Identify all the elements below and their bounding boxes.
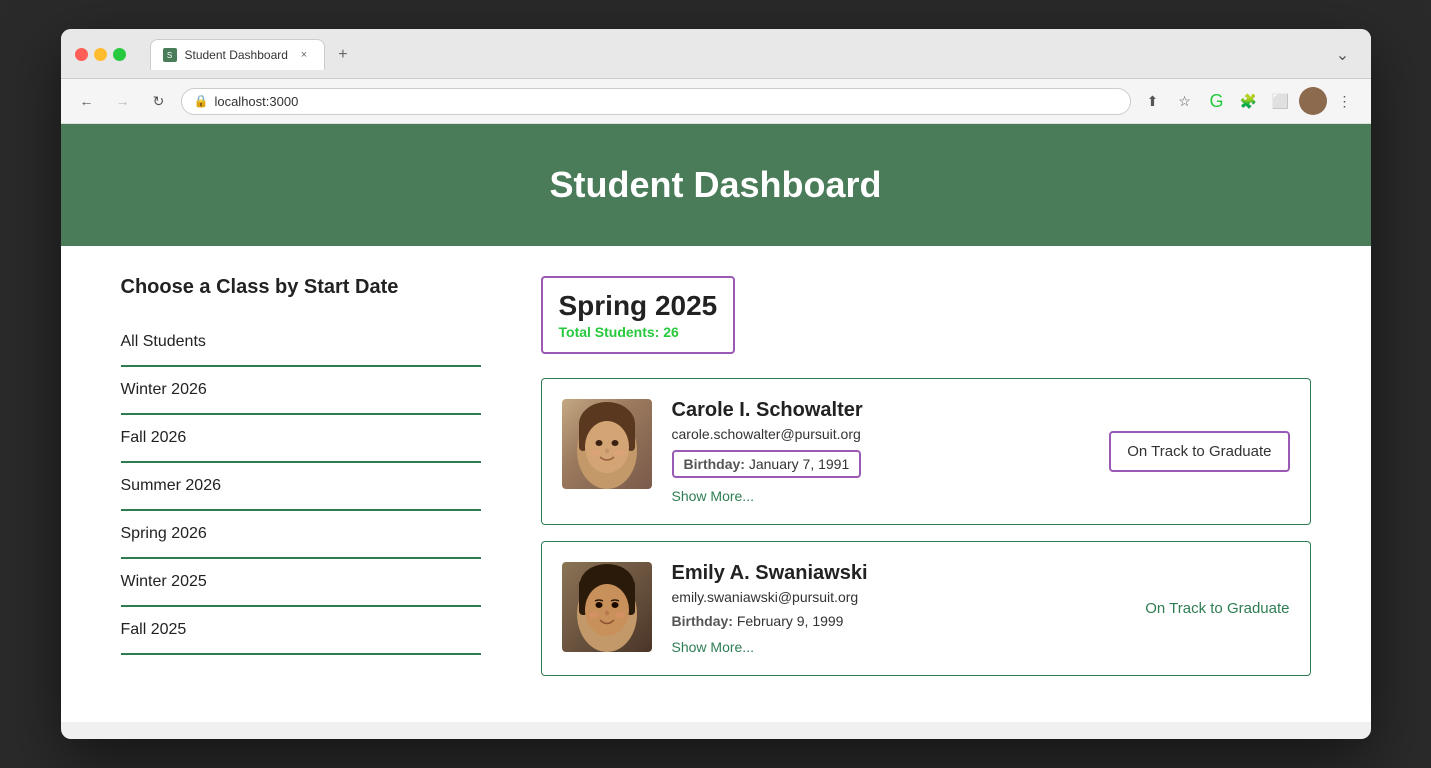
sidebar-link-winter-2025[interactable]: Winter 2025 <box>121 573 481 591</box>
page-content: Student Dashboard Choose a Class by Star… <box>61 124 1371 722</box>
forward-button[interactable]: → <box>109 87 137 115</box>
reload-button[interactable]: ↻ <box>145 87 173 115</box>
chevron-down-icon[interactable]: ⌄ <box>1329 41 1357 69</box>
maximize-button[interactable] <box>113 48 126 61</box>
close-button[interactable] <box>75 48 88 61</box>
sidebar-link-summer-2026[interactable]: Summer 2026 <box>121 477 481 495</box>
url-display: localhost:3000 <box>214 94 1117 109</box>
browser-toolbar: ← → ↻ 🔒 localhost:3000 ⬆ ☆ G 🧩 ⬜ ⋮ <box>61 79 1371 124</box>
student-info-2: Emily A. Swaniawski emily.swaniawski@pur… <box>672 562 1126 655</box>
student-avatar-1 <box>562 399 652 489</box>
class-header: Spring 2025 Total Students: 26 <box>541 276 736 354</box>
sidebar-item-fall-2026[interactable]: Fall 2026 <box>121 415 481 463</box>
google-account-icon[interactable]: G <box>1203 87 1231 115</box>
sidebar-nav: All Students Winter 2026 Fall 2026 Summe… <box>121 319 481 655</box>
lock-icon: 🔒 <box>194 94 209 108</box>
student-card-2: Emily A. Swaniawski emily.swaniawski@pur… <box>541 541 1311 676</box>
active-tab[interactable]: S Student Dashboard × <box>150 39 325 70</box>
browser-window: S Student Dashboard × + ⌄ ← → ↻ 🔒 localh… <box>61 29 1371 739</box>
total-students-label: Total Students: <box>559 324 660 340</box>
main-layout: Choose a Class by Start Date All Student… <box>61 246 1371 722</box>
back-button[interactable]: ← <box>73 87 101 115</box>
sidebar-link-fall-2026[interactable]: Fall 2026 <box>121 429 481 447</box>
birthday-value-2: February 9, 1999 <box>737 613 844 629</box>
sidebar-link-winter-2026[interactable]: Winter 2026 <box>121 381 481 399</box>
reload-icon: ↻ <box>153 93 165 110</box>
forward-icon: → <box>116 93 130 109</box>
sidebar-link-fall-2025[interactable]: Fall 2025 <box>121 621 481 639</box>
sidebar-heading: Choose a Class by Start Date <box>121 276 481 299</box>
browser-titlebar: S Student Dashboard × + ⌄ <box>61 29 1371 79</box>
student-info-1: Carole I. Schowalter carole.schowalter@p… <box>672 399 1090 504</box>
sidebar-item-winter-2026[interactable]: Winter 2026 <box>121 367 481 415</box>
total-students-count: 26 <box>663 324 679 340</box>
student-avatar-2 <box>562 562 652 652</box>
status-text-2: On Track to Graduate <box>1145 600 1289 617</box>
sidebar-link-all-students[interactable]: All Students <box>121 333 481 351</box>
show-more-link-1[interactable]: Show More... <box>672 488 1090 504</box>
sidebar-item-all-students[interactable]: All Students <box>121 319 481 367</box>
status-badge-1: On Track to Graduate <box>1109 431 1289 472</box>
extensions-icon[interactable]: 🧩 <box>1235 87 1263 115</box>
new-tab-button[interactable]: + <box>331 43 355 67</box>
student-email-1: carole.schowalter@pursuit.org <box>672 426 1090 442</box>
birthday-label-1: Birthday: <box>684 456 745 472</box>
bookmark-icon[interactable]: ☆ <box>1171 87 1199 115</box>
sidebar-item-summer-2026[interactable]: Summer 2026 <box>121 463 481 511</box>
browser-controls: S Student Dashboard × + ⌄ <box>75 39 1357 70</box>
sidebar-item-fall-2025[interactable]: Fall 2025 <box>121 607 481 655</box>
traffic-lights <box>75 48 126 61</box>
class-subtitle: Total Students: 26 <box>559 324 718 340</box>
tab-favicon: S <box>163 48 177 62</box>
window-icon[interactable]: ⬜ <box>1267 87 1295 115</box>
avatar-image-2 <box>562 562 652 652</box>
student-card-1: Carole I. Schowalter carole.schowalter@p… <box>541 378 1311 525</box>
student-birthday-1: Birthday: January 7, 1991 <box>672 450 862 478</box>
student-birthday-2: Birthday: February 9, 1999 <box>672 613 1126 629</box>
avatar-image-1 <box>562 399 652 489</box>
sidebar-item-spring-2026[interactable]: Spring 2026 <box>121 511 481 559</box>
student-email-2: emily.swaniawski@pursuit.org <box>672 589 1126 605</box>
student-status-1: On Track to Graduate <box>1109 431 1289 472</box>
sidebar-link-spring-2026[interactable]: Spring 2026 <box>121 525 481 543</box>
class-title: Spring 2025 <box>559 290 718 322</box>
show-more-link-2[interactable]: Show More... <box>672 639 1126 655</box>
birthday-label-2: Birthday: <box>672 613 733 629</box>
menu-icon[interactable]: ⋮ <box>1331 87 1359 115</box>
toolbar-actions: ⬆ ☆ G 🧩 ⬜ ⋮ <box>1139 87 1359 115</box>
tab-bar: S Student Dashboard × + <box>150 39 355 70</box>
minimize-button[interactable] <box>94 48 107 61</box>
birthday-value-1: January 7, 1991 <box>749 456 849 472</box>
student-name-1: Carole I. Schowalter <box>672 399 1090 422</box>
profile-avatar[interactable] <box>1299 87 1327 115</box>
page-header: Student Dashboard <box>61 124 1371 246</box>
tab-title: Student Dashboard <box>185 48 288 62</box>
upload-icon[interactable]: ⬆ <box>1139 87 1167 115</box>
page-title: Student Dashboard <box>81 164 1351 206</box>
sidebar-item-winter-2025[interactable]: Winter 2025 <box>121 559 481 607</box>
content-area: Spring 2025 Total Students: 26 <box>541 276 1311 692</box>
back-icon: ← <box>80 93 94 109</box>
student-status-2: On Track to Graduate <box>1145 600 1289 617</box>
sidebar: Choose a Class by Start Date All Student… <box>121 276 481 692</box>
tab-close-button[interactable]: × <box>296 47 312 63</box>
student-name-2: Emily A. Swaniawski <box>672 562 1126 585</box>
address-bar[interactable]: 🔒 localhost:3000 <box>181 88 1131 115</box>
